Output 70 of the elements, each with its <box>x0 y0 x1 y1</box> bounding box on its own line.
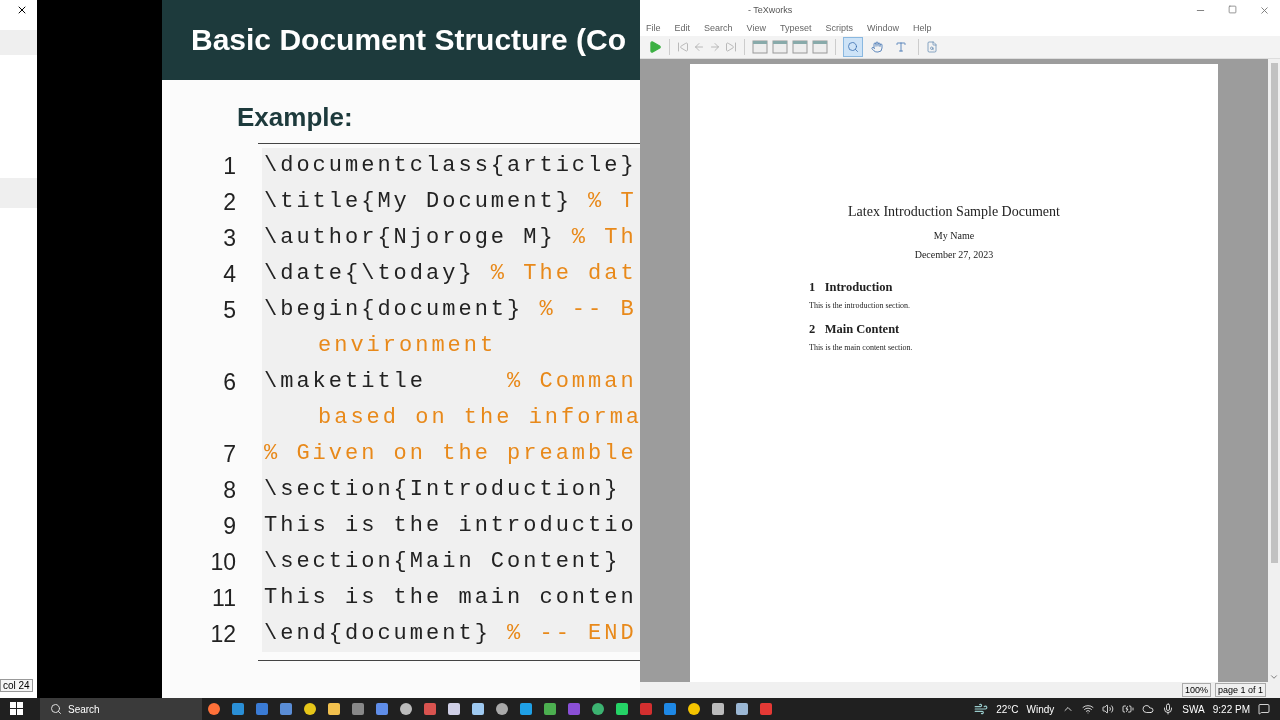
page-indicator: page 1 of 1 <box>1214 683 1266 697</box>
chevron-down-icon[interactable] <box>1269 672 1279 682</box>
page-layout-icon[interactable] <box>792 40 808 54</box>
toolbar-strip <box>0 30 37 55</box>
line-number: 10 <box>209 548 237 576</box>
temperature: 22°C <box>996 703 1019 715</box>
app-icon[interactable] <box>448 703 460 715</box>
windows-icon[interactable] <box>10 702 24 716</box>
app-icon[interactable] <box>688 703 700 715</box>
document-search-icon[interactable] <box>926 41 938 53</box>
section-heading: 2 Main Content <box>809 322 901 337</box>
page-layout-icon[interactable] <box>752 40 768 54</box>
menu-item[interactable]: Scripts <box>825 23 853 33</box>
line-number: 6 <box>222 368 237 396</box>
app-icon[interactable] <box>208 703 220 715</box>
cloud-icon[interactable] <box>1142 703 1155 715</box>
wind-icon <box>974 702 989 716</box>
weather-condition: Windy <box>1026 703 1055 715</box>
section-heading: 1 Introduction <box>809 280 894 295</box>
menu-item[interactable]: Typeset <box>779 23 812 33</box>
line-number: 9 <box>222 512 237 540</box>
close-icon[interactable] <box>16 4 28 16</box>
page-layout-icon[interactable] <box>812 40 828 54</box>
app-icon[interactable] <box>328 703 340 715</box>
play-icon[interactable] <box>648 40 662 54</box>
scrollbar[interactable] <box>1268 59 1280 682</box>
app-icon[interactable] <box>304 703 316 715</box>
menu-item[interactable]: File <box>646 23 661 33</box>
menu-item[interactable]: View <box>746 23 766 33</box>
search-icon[interactable] <box>843 37 863 57</box>
notification-icon[interactable] <box>1258 703 1270 715</box>
search-field[interactable]: Search <box>40 698 202 720</box>
zoom-level: 100% <box>1181 683 1211 697</box>
line-number: 11 <box>211 584 237 612</box>
document-date: December 27, 2023 <box>913 249 995 260</box>
app-icon[interactable] <box>592 703 604 715</box>
app-icon[interactable] <box>496 703 508 715</box>
menu-item[interactable]: Edit <box>674 23 691 33</box>
maximize-icon[interactable] <box>1228 4 1237 14</box>
clock: 9:22 PM <box>1212 703 1250 715</box>
search-icon <box>50 703 62 715</box>
document-title: Latex Introduction Sample Document <box>847 204 1061 220</box>
menu-item[interactable]: Search <box>704 23 733 33</box>
menu-item[interactable]: Help <box>913 23 932 33</box>
line-number: 5 <box>222 296 237 324</box>
window-title: - TeXworks <box>748 5 793 15</box>
wifi-icon[interactable] <box>1082 703 1095 715</box>
slide-heading: Example: <box>237 102 354 133</box>
battery-icon[interactable] <box>1122 703 1135 715</box>
line-number: 7 <box>222 440 237 468</box>
line-number: 3 <box>222 224 237 252</box>
line-number: 2 <box>222 188 237 216</box>
page-layout-icon[interactable] <box>772 40 788 54</box>
section-text: This is the main content section. <box>809 343 914 352</box>
first-page-icon[interactable] <box>677 41 689 53</box>
line-number: 12 <box>209 620 237 648</box>
microphone-icon[interactable] <box>1162 703 1175 715</box>
status-text: col 24 <box>0 679 33 692</box>
menu-item[interactable]: Window <box>866 23 899 33</box>
selected-row <box>0 178 37 208</box>
line-number: 8 <box>222 476 237 504</box>
slide-title: Basic Document Structure (Co <box>162 0 640 80</box>
line-number: 4 <box>222 260 237 288</box>
last-page-icon[interactable] <box>725 41 737 53</box>
volume-icon[interactable] <box>1102 703 1115 715</box>
app-icon[interactable] <box>400 703 412 715</box>
section-text: This is the introduction section. <box>809 301 912 310</box>
document-author: My Name <box>932 230 976 241</box>
language-indicator[interactable]: SWA <box>1182 703 1205 715</box>
line-number: 1 <box>222 152 237 180</box>
